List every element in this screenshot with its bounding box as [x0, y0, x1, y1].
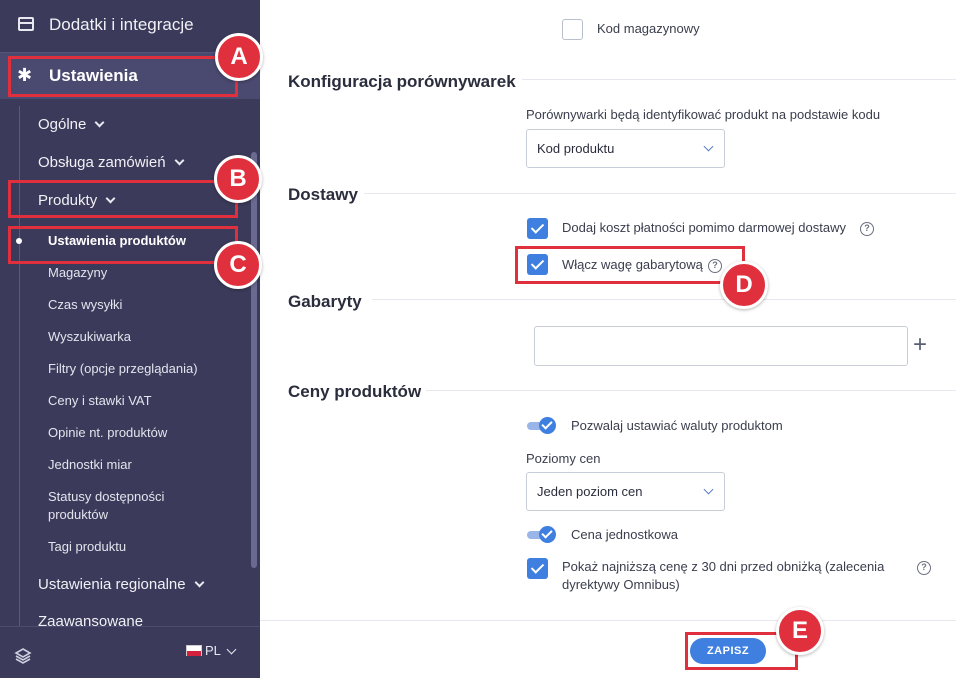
annotation-marker-c: C: [214, 241, 262, 289]
chevron-down-icon: [174, 155, 185, 166]
annotation-marker-a: A: [215, 33, 263, 81]
unit-price-label: Cena jednostkowa: [571, 527, 678, 542]
sidebar-item-products[interactable]: Produkty: [38, 192, 116, 209]
comparators-code-select[interactable]: Kod produktu: [526, 129, 725, 168]
dimensions-input[interactable]: [534, 326, 908, 366]
sidebar-item-label: Ustawienia regionalne: [38, 576, 186, 593]
section-title-comparators: Konfiguracja porównywarek: [288, 72, 516, 91]
active-bullet: [16, 238, 22, 244]
dim-weight-checkbox[interactable]: [527, 254, 548, 275]
language-selector[interactable]: PL: [205, 643, 221, 658]
layers-icon[interactable]: [14, 647, 32, 665]
annotation-marker-b: B: [214, 155, 262, 203]
price-levels-select[interactable]: Jeden poziom cen: [526, 472, 725, 511]
chevron-down-icon: [105, 193, 116, 204]
sidebar-item-orders[interactable]: Obsługa zamówień: [38, 154, 185, 171]
chevron-down-icon: [703, 484, 714, 495]
tree-line: [19, 106, 20, 626]
help-icon[interactable]: ?: [860, 222, 874, 236]
poland-flag-icon[interactable]: [186, 645, 202, 656]
sidebar-sub-warehouses[interactable]: Magazyny: [48, 264, 107, 282]
sidebar-sub-prices-vat[interactable]: Ceny i stawki VAT: [48, 392, 152, 410]
sidebar-item-label: Ustawienia: [49, 66, 138, 85]
chevron-down-icon: [94, 117, 105, 128]
sidebar-sub-tags[interactable]: Tagi produktu: [48, 538, 126, 556]
section-title-deliveries: Dostawy: [288, 185, 358, 204]
price-levels-label: Poziomy cen: [526, 451, 601, 466]
sidebar-sub-search[interactable]: Wyszukiwarka: [48, 328, 131, 346]
section-divider: [372, 299, 956, 300]
main-content: Kod magazynowy Konfiguracja porównywarek…: [260, 0, 956, 678]
save-button[interactable]: ZAPISZ: [690, 638, 766, 664]
lowest-price-label-line1: Pokaż najniższą cenę z 30 dni przed obni…: [562, 559, 885, 574]
sidebar-sub-filters[interactable]: Filtry (opcje przeglądania): [48, 360, 198, 378]
annotation-marker-e: E: [776, 607, 824, 655]
sidebar: Dodatki i integracje ✱ Ustawienia Ogólne…: [0, 0, 260, 678]
select-value: Jeden poziom cen: [537, 484, 643, 499]
help-icon[interactable]: ?: [708, 259, 722, 273]
sidebar-sub-availability-line2[interactable]: produktów: [48, 506, 108, 524]
gear-icon: ✱: [17, 65, 33, 85]
sidebar-footer: PL: [0, 626, 260, 678]
section-divider: [522, 79, 956, 80]
warehouse-code-label: Kod magazynowy: [597, 21, 700, 36]
sidebar-item-label: Obsługa zamówień: [38, 154, 166, 171]
sidebar-sub-reviews[interactable]: Opinie nt. produktów: [48, 424, 167, 442]
toggle-knob: [539, 417, 556, 434]
unit-price-toggle[interactable]: [527, 526, 557, 544]
lowest-price-checkbox[interactable]: [527, 558, 548, 579]
sidebar-item-regional[interactable]: Ustawienia regionalne: [38, 576, 205, 593]
dim-weight-label: Włącz wagę gabarytową: [562, 257, 703, 272]
toggle-knob: [539, 526, 556, 543]
section-divider: [426, 390, 956, 391]
sidebar-sub-units[interactable]: Jednostki miar: [48, 456, 132, 474]
lowest-price-label-line2: dyrektywy Omnibus): [562, 577, 680, 592]
sidebar-sub-shipping-time[interactable]: Czas wysyłki: [48, 296, 122, 314]
sidebar-item-label: Produkty: [38, 192, 98, 209]
sidebar-item-label: Dodatki i integracje: [49, 15, 194, 34]
section-divider: [364, 193, 956, 194]
comparators-field-label: Porównywarki będą identyfikować produkt …: [526, 107, 881, 122]
sidebar-item-label: Ogólne: [38, 116, 87, 133]
chevron-down-icon: [194, 577, 205, 588]
help-icon[interactable]: ?: [917, 561, 931, 575]
currency-toggle[interactable]: [527, 417, 557, 435]
currency-toggle-label: Pozwalaj ustawiać waluty produktom: [571, 418, 783, 433]
annotation-marker-d: D: [720, 261, 768, 309]
chevron-down-icon: [703, 141, 714, 152]
section-title-dimensions: Gabaryty: [288, 292, 362, 311]
sidebar-item-general[interactable]: Ogólne: [38, 116, 105, 133]
warehouse-code-checkbox[interactable]: [562, 19, 583, 40]
section-title-prices: Ceny produktów: [288, 382, 422, 401]
footer-divider: [260, 620, 956, 621]
sidebar-scrollbar[interactable]: [251, 152, 257, 568]
chevron-down-icon[interactable]: [226, 644, 237, 655]
payment-cost-checkbox[interactable]: [527, 218, 548, 239]
plus-icon[interactable]: +: [913, 333, 927, 357]
sidebar-sub-product-settings[interactable]: Ustawienia produktów: [48, 232, 186, 250]
calendar-icon: [18, 17, 34, 31]
sidebar-sub-availability[interactable]: Statusy dostępności: [48, 488, 164, 506]
select-value: Kod produktu: [537, 141, 615, 156]
payment-cost-label: Dodaj koszt płatności pomimo darmowej do…: [562, 220, 846, 235]
